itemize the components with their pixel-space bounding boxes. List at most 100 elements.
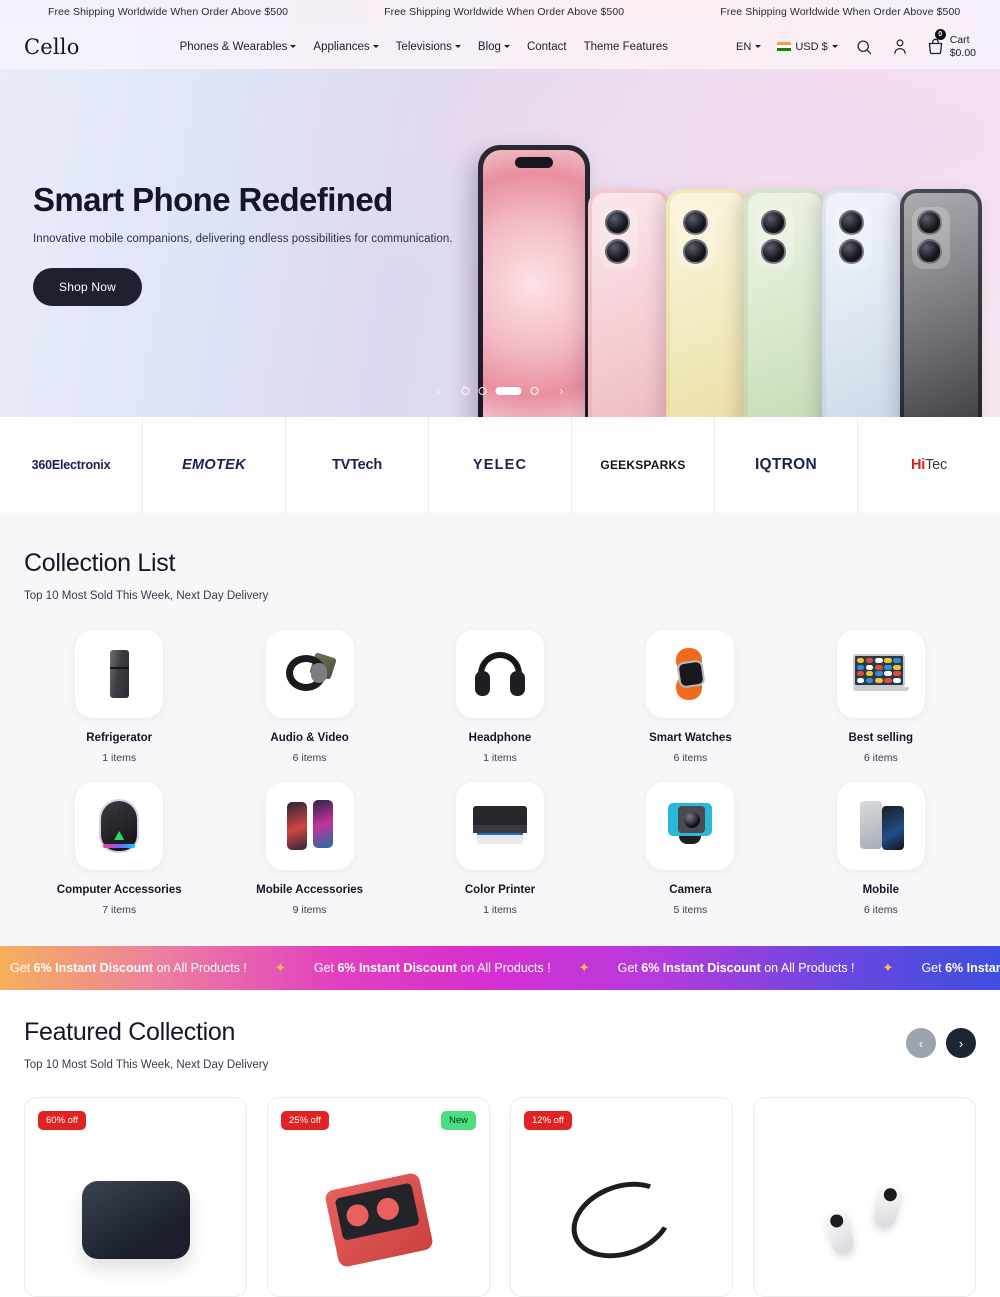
chevron-down-icon	[372, 45, 379, 48]
carousel-dot-3[interactable]	[495, 387, 522, 395]
cart-total: $0.00	[949, 46, 976, 59]
discount-suffix: on All Products !	[153, 961, 247, 975]
featured-next-button[interactable]: ›	[946, 1028, 976, 1058]
camera-icon	[662, 798, 718, 854]
collection-thumbnail	[646, 630, 735, 718]
featured-collection-section: Featured Collection Top 10 Most Sold Thi…	[0, 990, 1000, 1297]
discount-text: Get 6% Instant Discount on All Products …	[911, 961, 1000, 975]
featured-prev-button[interactable]: ‹	[906, 1028, 936, 1058]
brand-logo-hitec[interactable]: HiTec	[858, 417, 1000, 513]
main-navigation: Phones & Wearables Appliances Television…	[180, 41, 668, 53]
collection-thumbnail	[836, 782, 925, 870]
nav-item-appliances[interactable]: Appliances	[313, 40, 379, 53]
collection-card-mobile-accessories[interactable]: Mobile Accessories 9 items	[214, 782, 404, 916]
collection-count: 6 items	[863, 904, 898, 916]
language-selector[interactable]: EN	[736, 40, 762, 53]
cart-summary: Cart $0.00	[950, 34, 976, 58]
collection-name: Mobile Accessories	[256, 884, 364, 896]
shop-now-button[interactable]: Shop Now	[33, 268, 142, 306]
collection-card-computer-accessories[interactable]: Computer Accessories 7 items	[24, 782, 214, 916]
brand-logo-tvtech[interactable]: TVTech	[286, 417, 429, 513]
brand-logo-emotek[interactable]: EMOTEK	[143, 417, 286, 513]
discount-highlight: 6% Instant Discount	[641, 961, 761, 975]
discount-banner: Get 6% Instant Discount on All Products …	[0, 946, 1000, 990]
product-card[interactable]: 60% off	[24, 1097, 247, 1297]
collection-thumbnail	[75, 782, 164, 870]
featured-subtitle: Top 10 Most Sold This Week, Next Day Del…	[24, 1059, 269, 1071]
brand-logo-iqtron[interactable]: IQTRON	[715, 417, 858, 513]
discount-prefix: Get	[313, 961, 338, 975]
nav-item-phones-wearables[interactable]: Phones & Wearables	[180, 41, 297, 53]
collection-card-headphone[interactable]: Headphone 1 items	[405, 630, 595, 764]
collection-card-audio-video[interactable]: Audio & Video 6 items	[214, 630, 404, 764]
brand-logo-360electronix[interactable]: 360Electronix	[0, 417, 143, 513]
product-image	[511, 1150, 732, 1290]
brand-label: TVTech	[331, 457, 383, 473]
nav-item-theme-features[interactable]: Theme Features	[584, 41, 668, 53]
carousel-dot-1[interactable]	[461, 387, 470, 395]
carousel-next-button[interactable]: ›	[552, 381, 572, 401]
product-card[interactable]: 25% off New	[267, 1097, 490, 1297]
collection-thumbnail	[265, 782, 354, 870]
brand-logo-strip: 360Electronix EMOTEK TVTech YELEC GEEKSP…	[0, 417, 1000, 513]
collection-card-smart-watches[interactable]: Smart Watches 6 items	[595, 630, 785, 764]
currency-selector[interactable]: USD $	[777, 40, 838, 53]
collection-name: Color Printer	[464, 884, 536, 896]
collection-name: Headphone	[468, 732, 532, 744]
site-header: Cello Phones & Wearables Appliances Tele…	[0, 24, 1000, 69]
discount-prefix: Get	[617, 961, 642, 975]
carousel-prev-button[interactable]: ‹	[429, 381, 449, 401]
discount-text: Get 6% Instant Discount on All Products …	[0, 961, 257, 975]
nav-item-blog[interactable]: Blog	[478, 41, 510, 53]
collection-count: 1 items	[102, 752, 137, 764]
discount-badge: 12% off	[524, 1111, 573, 1130]
collection-card-best-selling[interactable]: Best selling 6 items	[786, 630, 976, 764]
currency-value: USD $	[795, 40, 828, 53]
nav-item-televisions[interactable]: Televisions	[396, 41, 461, 53]
product-card[interactable]: 12% off	[510, 1097, 733, 1297]
chevron-down-icon	[290, 45, 297, 48]
brand-label: HiTec	[910, 457, 948, 473]
brand-logo-yelec[interactable]: YELEC	[429, 417, 572, 513]
collection-count: 6 items	[673, 752, 708, 764]
audio-video-icon	[282, 646, 338, 702]
nav-item-contact[interactable]: Contact	[527, 41, 567, 53]
collection-card-refrigerator[interactable]: Refrigerator 1 items	[24, 630, 214, 764]
collection-thumbnail	[75, 630, 164, 718]
collection-name: Camera	[669, 884, 712, 896]
phones-icon	[282, 798, 338, 854]
hero-content: Smart Phone Redefined Innovative mobile …	[33, 181, 453, 306]
collection-thumbnail	[455, 782, 544, 870]
headphone-icon	[472, 646, 528, 702]
nav-label: Blog	[477, 40, 501, 53]
announcement-item: Free Shipping Worldwide When Order Above…	[48, 6, 289, 18]
new-badge: New	[440, 1111, 476, 1130]
chevron-down-icon	[831, 45, 838, 48]
search-button[interactable]	[854, 37, 874, 57]
cart-label: Cart	[949, 34, 970, 47]
sparkle-icon: ✦	[274, 960, 286, 975]
cart-button[interactable]: 0 Cart $0.00	[926, 29, 976, 59]
brand-logo-geeksparks[interactable]: GEEKSPARKS	[572, 417, 715, 513]
site-logo[interactable]: Cello	[24, 35, 80, 59]
hero-phone-lineup-image	[478, 145, 982, 417]
collection-name: Audio & Video	[270, 732, 349, 744]
collection-count: 6 items	[863, 752, 898, 764]
nav-label: Appliances	[313, 40, 370, 53]
cart-icon	[928, 38, 942, 55]
collection-card-color-printer[interactable]: Color Printer 1 items	[405, 782, 595, 916]
carousel-dot-4[interactable]	[530, 387, 539, 395]
chevron-down-icon	[454, 45, 461, 48]
account-button[interactable]	[890, 37, 910, 57]
carousel-dot-2[interactable]	[478, 387, 487, 395]
collection-name: Smart Watches	[649, 732, 732, 744]
hero-phone-black	[900, 189, 982, 417]
collection-count: 1 items	[483, 752, 517, 764]
sparkle-icon: ✦	[578, 960, 590, 975]
product-card[interactable]	[753, 1097, 976, 1297]
announcement-item: Free Shipping Worldwide When Order Above…	[720, 6, 961, 18]
language-value: EN	[736, 40, 752, 53]
collection-card-camera[interactable]: Camera 5 items	[595, 782, 785, 916]
collection-name: Refrigerator	[86, 732, 153, 744]
collection-card-mobile[interactable]: Mobile 6 items	[786, 782, 976, 916]
